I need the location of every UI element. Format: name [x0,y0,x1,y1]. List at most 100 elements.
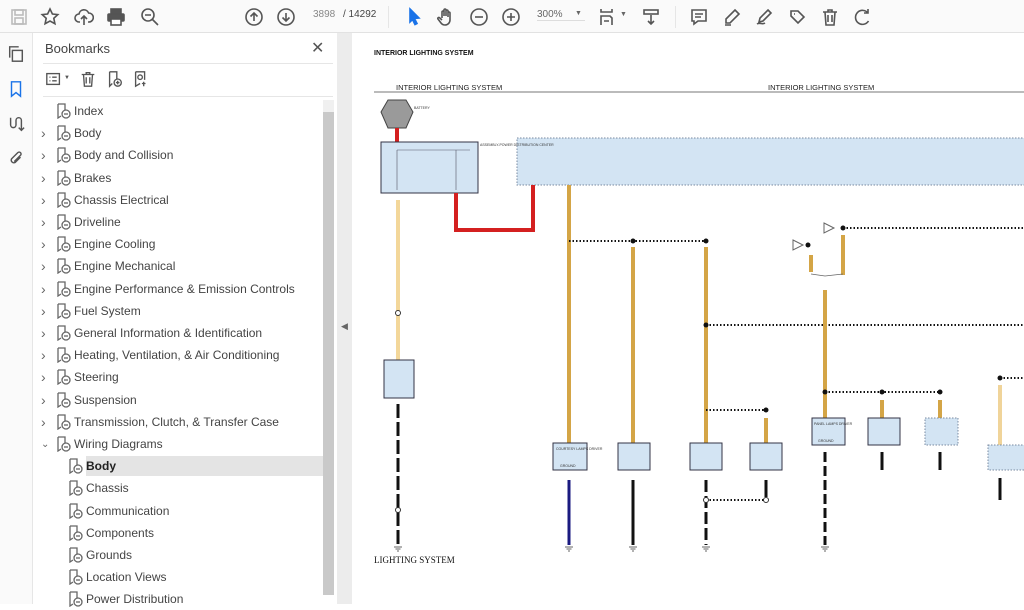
bookmark-item[interactable]: Location Views [33,566,323,588]
scrollbar-thumb[interactable] [323,112,334,595]
bookmark-item[interactable]: Chassis [33,477,323,499]
bookmark-icon [57,236,71,253]
chevron-right-icon[interactable]: › [41,125,51,141]
scrollbar[interactable] [323,100,334,595]
bookmark-icon [69,525,83,542]
page-footer: LIGHTING SYSTEM [374,555,455,565]
chevron-right-icon[interactable]: › [41,281,51,297]
rotate-icon[interactable] [851,5,875,29]
sign-icon[interactable] [752,5,776,29]
chevron-right-icon[interactable]: › [41,392,51,408]
hand-icon[interactable] [434,5,458,29]
chevron-right-icon[interactable]: › [41,258,51,274]
bookmark-item[interactable]: › Driveline [33,211,323,233]
bookmark-item[interactable]: › Steering [33,366,323,388]
bookmark-label: Index [74,104,104,118]
collapse-arrow-icon[interactable]: ◀ [341,321,348,332]
bookmark-label: Grounds [86,548,133,562]
attachments-icon[interactable] [7,149,27,169]
bookmark-item[interactable]: Grounds [33,544,323,566]
bookmark-item[interactable]: Components [33,522,323,544]
chevron-right-icon[interactable]: › [41,325,51,341]
bookmark-icon [69,569,83,586]
zoom-out-icon[interactable] [467,5,491,29]
bookmark-item[interactable]: › Fuel System [33,300,323,322]
bookmark-item[interactable]: Index [33,100,323,122]
chevron-down-icon[interactable]: ▼ [575,10,582,17]
bookmark-icon [57,391,71,408]
chevron-right-icon[interactable]: › [41,170,51,186]
chevron-right-icon[interactable]: › [41,236,51,252]
bookmark-label: Engine Performance & Emission Controls [74,281,295,296]
bookmark-label: Components [86,525,155,540]
bookmark-icon [57,214,71,231]
chevron-down-icon[interactable]: ▼ [64,75,70,81]
bookmark-label: Body [74,126,102,141]
bookmark-item[interactable]: › Engine Cooling [33,233,323,255]
bookmark-item[interactable]: › Engine Performance & Emission Controls [33,278,323,300]
chevron-down-icon[interactable]: ▼ [620,11,627,18]
bookmark-star-icon[interactable] [38,5,62,29]
select-arrow-icon[interactable] [402,5,426,29]
left-rail [0,33,33,604]
stamp-icon[interactable] [785,5,809,29]
close-icon[interactable]: ✕ [311,38,324,58]
delete-icon[interactable] [818,5,842,29]
bookmark-item[interactable]: ⌄ Wiring Diagrams [33,433,323,455]
delete-bookmark-icon[interactable] [79,70,99,90]
bookmark-item[interactable]: › Heating, Ventilation, & Air Conditionin… [33,344,323,366]
new-bookmark-icon[interactable] [106,70,126,90]
bookmark-item[interactable]: › Chassis Electrical [33,189,323,211]
divider [43,63,333,64]
header-left: INTERIOR LIGHTING SYSTEM [396,83,503,92]
chevron-right-icon[interactable]: › [41,347,51,363]
bookmark-icon [57,347,71,364]
bookmark-icon [69,502,83,519]
print-icon[interactable] [104,5,128,29]
bookmark-item[interactable]: › Body [33,122,323,144]
bookmark-icon [57,436,71,453]
bookmark-item[interactable]: Body [33,455,323,477]
chevron-right-icon[interactable]: › [41,192,51,208]
bookmark-item[interactable]: › Suspension [33,389,323,411]
bookmark-item[interactable]: › Body and Collision [33,144,323,166]
comment-icon[interactable] [687,5,711,29]
chevron-right-icon[interactable]: › [41,214,51,230]
bookmarks-icon[interactable] [7,80,27,100]
chevron-down-icon[interactable]: ⌄ [41,439,51,450]
bookmark-from-selection-icon[interactable] [132,70,152,90]
upload-icon[interactable] [72,5,96,29]
page-up-icon[interactable] [242,5,266,29]
options-icon[interactable] [45,70,65,90]
signatures-icon[interactable] [7,115,27,135]
wiring-diagram: BATTERY ASSEMBLY-POWER DISTRIBUTION CENT… [374,91,1024,552]
bookmark-item[interactable]: Power Distribution [33,588,323,610]
page-down-icon[interactable] [274,5,298,29]
scroll-mode-icon[interactable] [639,5,663,29]
bookmark-item[interactable]: › General Information & Identification [33,322,323,344]
highlight-icon[interactable] [720,5,744,29]
bookmark-label: General Information & Identification [74,326,263,340]
chevron-right-icon[interactable]: › [41,369,51,385]
bookmark-icon [57,169,71,186]
bookmark-item[interactable]: › Transmission, Clutch, & Transfer Case [33,411,323,433]
panel-collapse-handle[interactable]: ◀ [337,33,352,604]
bookmark-label: Brakes [74,170,112,185]
chevron-right-icon[interactable]: › [41,147,51,163]
save-icon[interactable] [7,5,31,29]
chevron-right-icon[interactable]: › [41,303,51,319]
bookmark-item[interactable]: › Engine Mechanical [33,255,323,277]
page-total: / 14292 [343,9,377,20]
bookmark-label: Location Views [86,570,167,585]
page-title: INTERIOR LIGHTING SYSTEM [374,50,474,57]
fit-page-icon[interactable] [596,5,620,29]
bookmark-icon [57,147,71,164]
current-page-input[interactable]: 3898 [313,9,335,20]
bookmark-item[interactable]: › Brakes [33,167,323,189]
bookmark-item[interactable]: Communication [33,500,323,522]
chevron-right-icon[interactable]: › [41,414,51,430]
pages-icon[interactable] [7,45,27,65]
zoom-in-icon[interactable] [499,5,523,29]
ground-symbols [394,546,829,552]
zoom-out-search-icon[interactable] [138,5,162,29]
